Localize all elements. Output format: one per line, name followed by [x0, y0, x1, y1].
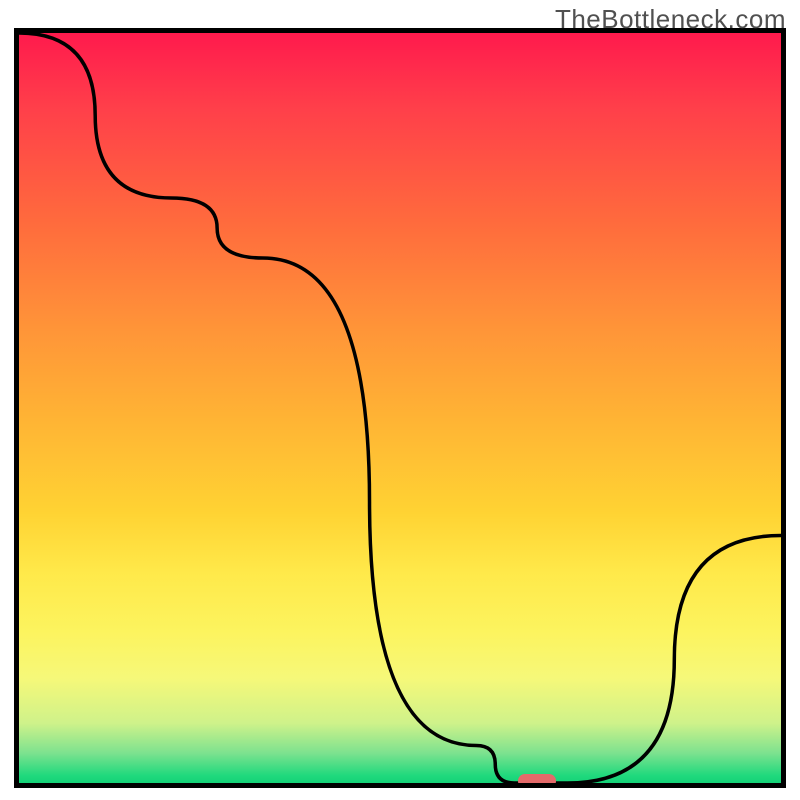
- optimal-marker: [518, 774, 556, 788]
- plot-frame: [14, 28, 786, 788]
- watermark-text: TheBottleneck.com: [555, 4, 786, 35]
- bottleneck-curve: [19, 33, 781, 783]
- chart-canvas: TheBottleneck.com: [0, 0, 800, 800]
